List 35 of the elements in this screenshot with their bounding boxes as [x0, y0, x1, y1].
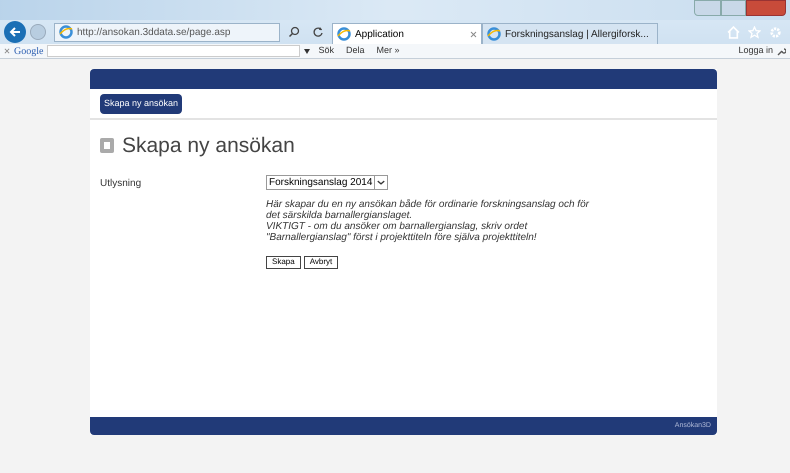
browser-logo-icon — [59, 25, 73, 39]
refresh-icon[interactable] — [312, 26, 324, 38]
document-icon — [100, 138, 114, 154]
browser-logo-icon — [337, 27, 351, 41]
star-icon[interactable] — [748, 26, 761, 38]
minimize-button[interactable] — [694, 0, 721, 16]
browser-tab[interactable]: Forskningsanslag | Allergiforsk... — [482, 23, 658, 44]
browser-tab[interactable]: Application — [332, 23, 482, 44]
field-label: Utlysning — [100, 176, 142, 190]
form-button[interactable]: Avbryt — [304, 256, 338, 268]
dropdown-arrow-icon[interactable] — [304, 48, 310, 54]
nav-button[interactable]: Skapa ny ansökan — [100, 94, 182, 114]
toolbar-item[interactable]: Dela — [342, 44, 368, 58]
close-button[interactable] — [746, 0, 786, 16]
login-link[interactable]: Logga in — [738, 44, 773, 58]
close-toolbar-icon[interactable] — [4, 48, 10, 54]
forward-button[interactable] — [30, 24, 46, 40]
maximize-button[interactable] — [721, 0, 746, 16]
chevron-down-icon — [374, 176, 388, 188]
back-arrow-icon — [9, 26, 21, 38]
back-button[interactable] — [4, 21, 26, 43]
home-icon[interactable] — [727, 26, 740, 38]
form-button[interactable]: Skapa — [266, 256, 301, 268]
close-tab-icon[interactable] — [470, 30, 477, 38]
page-heading: Skapa ny ansökan — [122, 133, 295, 159]
search-icon[interactable] — [288, 26, 300, 38]
search-engine-logo: Google — [14, 44, 44, 58]
select-field[interactable]: Forskningsanslag 2014 — [266, 174, 388, 190]
toolbar-item[interactable]: Mer » — [372, 44, 404, 58]
description-text: Här skapar du en ny ansökan både för ordinarie forskningsanslag och för det särskilda barnallergianslaget. — [266, 198, 590, 220]
toolbar-search-field[interactable] — [47, 45, 300, 57]
address-field[interactable]: http://ansokan.3ddata.se/page.asp — [54, 22, 280, 42]
toolbar-item[interactable]: Sök — [314, 44, 338, 58]
description-text: VIKTIGT - om du ansöker om barnallergianslag, skriv ordet "Barnallergianslag" först i projekttiteln före själva projekttiteln! — [266, 220, 538, 242]
browser-logo-icon — [487, 27, 501, 41]
